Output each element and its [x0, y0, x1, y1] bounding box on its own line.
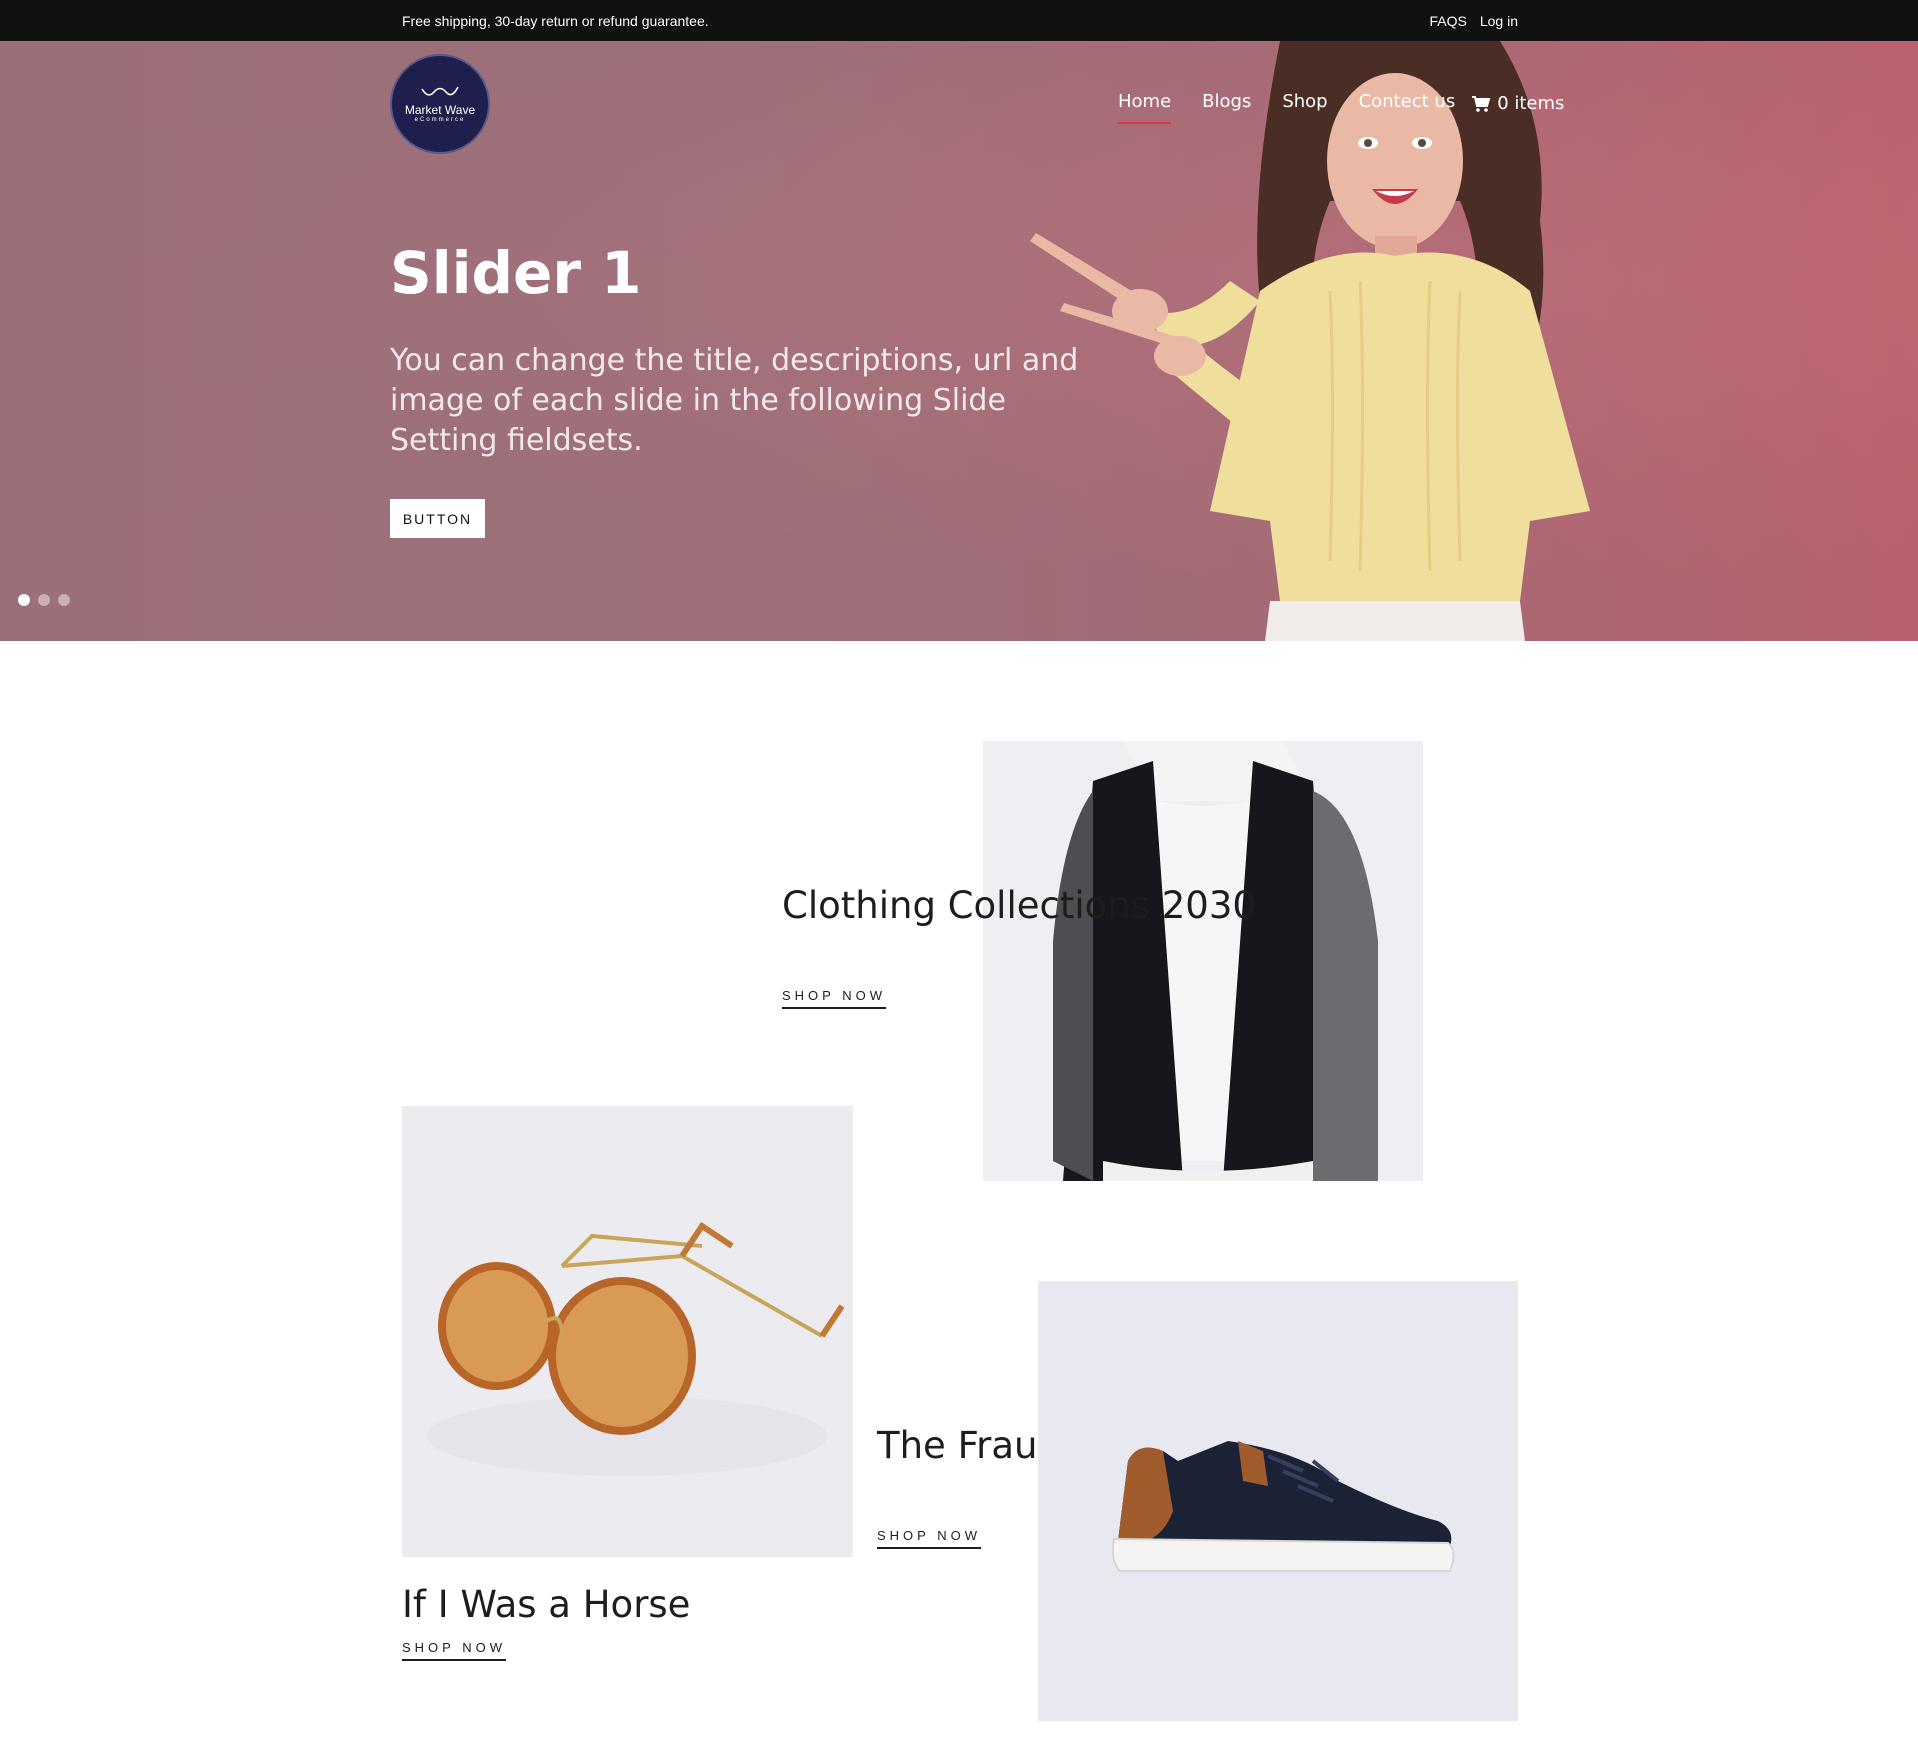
shop-now-link-fraud[interactable]: SHOP NOW [877, 1528, 981, 1549]
collection-title-clothing: Clothing Collections 2030 [782, 884, 1256, 927]
nav-home[interactable]: Home [1118, 91, 1172, 124]
shop-now-link-horse[interactable]: SHOP NOW [402, 1640, 506, 1661]
hero-description: You can change the title, descriptions, … [390, 343, 1079, 458]
collection-image-sneaker[interactable] [1038, 1281, 1518, 1721]
announcement-bar: Free shipping, 30-day return or refund g… [0, 0, 1918, 41]
hero-slider: Market Wave eCommerce Home Blogs Shop Co… [0, 41, 1918, 641]
cart-button[interactable]: 0 items [1471, 93, 1564, 114]
logo-sub-text: eCommerce [414, 117, 466, 123]
sunglasses-illustration [427, 1221, 845, 1476]
site-logo[interactable]: Market Wave eCommerce [390, 54, 490, 154]
nav-contact[interactable]: Contect us [1359, 91, 1456, 122]
cart-count: 0 items [1497, 93, 1565, 114]
collection-image-sunglasses[interactable] [402, 1106, 853, 1557]
hero-title: Slider 1 [390, 239, 642, 307]
announcement-text: Free shipping, 30-day return or refund g… [402, 13, 709, 29]
sneaker-illustration [1111, 1441, 1455, 1572]
slider-dot-2[interactable] [38, 594, 50, 606]
collection-image-jacket[interactable] [983, 741, 1423, 1181]
login-link[interactable]: Log in [1480, 13, 1518, 29]
jacket-illustration [1053, 741, 1378, 1181]
collection-title-horse: If I Was a Horse [402, 1583, 691, 1626]
slider-dot-3[interactable] [58, 594, 70, 606]
nav-shop[interactable]: Shop [1282, 91, 1327, 122]
logo-brand-text: Market Wave [404, 103, 476, 117]
nav-blogs[interactable]: Blogs [1202, 91, 1251, 122]
slider-dots [18, 594, 70, 606]
hero-image-woman [1030, 41, 1590, 641]
shop-now-link-clothing[interactable]: SHOP NOW [782, 988, 886, 1009]
faqs-link[interactable]: FAQS [1429, 13, 1466, 29]
hero-button[interactable]: BUTTON [390, 499, 485, 538]
wave-logo-icon [421, 86, 459, 96]
cart-icon [1472, 95, 1491, 112]
main-nav: Home Blogs Shop Contect us 0 items [1118, 91, 1564, 124]
slider-dot-1[interactable] [18, 594, 30, 606]
topbar-links: FAQS Log in [1429, 13, 1518, 29]
